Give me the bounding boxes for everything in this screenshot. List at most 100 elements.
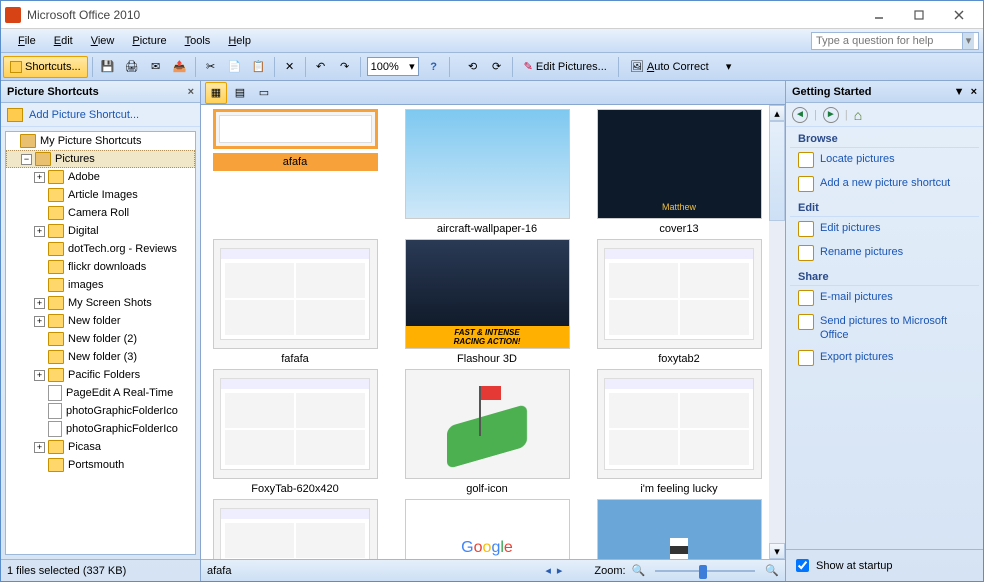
- help-search-box[interactable]: Type a question for help ▾: [811, 32, 979, 50]
- export-icon[interactable]: 📤: [169, 56, 191, 78]
- thumbnail-item[interactable]: golf-icon: [401, 369, 573, 495]
- thumbnail-item[interactable]: [209, 499, 381, 559]
- thumbnail-item[interactable]: FAST & INTENSERACING ACTION!Flashour 3D: [401, 239, 573, 365]
- delete-icon[interactable]: ✕: [279, 56, 301, 78]
- selection-status: 1 files selected (337 KB): [1, 559, 200, 581]
- tree-item[interactable]: PageEdit A Real-Time: [6, 384, 195, 402]
- redo-icon[interactable]: ↷: [334, 56, 356, 78]
- mail-icon[interactable]: ✉: [145, 56, 167, 78]
- thumbnail-item[interactable]: Google: [401, 499, 573, 559]
- tree-item[interactable]: New folder (3): [6, 348, 195, 366]
- shortcuts-button[interactable]: Shortcuts...: [3, 56, 88, 78]
- tree-selected-pictures[interactable]: −Pictures: [6, 150, 195, 168]
- chevron-down-icon[interactable]: ▾: [962, 33, 974, 49]
- print-icon[interactable]: 🖨: [121, 56, 143, 78]
- auto-correct-button[interactable]: 🖼 Auto Correct: [623, 56, 716, 78]
- tree-item[interactable]: images: [6, 276, 195, 294]
- close-button[interactable]: [939, 3, 979, 27]
- edit-pictures-link[interactable]: Edit pictures: [786, 217, 983, 241]
- edit-header: Edit: [790, 196, 979, 217]
- thumbnail-item[interactable]: FoxyTab-620x420: [209, 369, 381, 495]
- cut-icon[interactable]: ✂: [200, 56, 222, 78]
- rotate-right-icon[interactable]: ⟳: [486, 56, 508, 78]
- thumbnail-view-icon[interactable]: ▦: [205, 82, 227, 104]
- tree-item[interactable]: +Picasa: [6, 438, 195, 456]
- tree-item[interactable]: photoGraphicFolderIco: [6, 402, 195, 420]
- zoom-in-icon[interactable]: 🔍: [765, 564, 779, 577]
- thumbnail-item[interactable]: [593, 499, 765, 559]
- tree-root[interactable]: My Picture Shortcuts: [6, 132, 195, 150]
- thumbnail-item[interactable]: foxytab2: [593, 239, 765, 365]
- folder-add-icon: [7, 108, 23, 122]
- thumbnail-item[interactable]: afafa: [209, 109, 381, 235]
- thumbnail-item[interactable]: i'm feeling lucky: [593, 369, 765, 495]
- tree-item[interactable]: +Digital: [6, 222, 195, 240]
- forward-icon[interactable]: ►: [823, 107, 839, 123]
- menu-file[interactable]: File: [9, 29, 45, 53]
- send-to-office-link[interactable]: Send pictures to Microsoft Office: [786, 310, 983, 346]
- copy-icon[interactable]: 📄: [224, 56, 246, 78]
- rename-pictures-link[interactable]: Rename pictures: [786, 241, 983, 265]
- save-icon[interactable]: 💾: [97, 56, 119, 78]
- tree-item[interactable]: +Adobe: [6, 168, 195, 186]
- tree-item[interactable]: +Pacific Folders: [6, 366, 195, 384]
- tree-item[interactable]: flickr downloads: [6, 258, 195, 276]
- thumbnail-item[interactable]: aircraft-wallpaper-16: [401, 109, 573, 235]
- close-taskpane-icon[interactable]: ×: [971, 86, 977, 98]
- menu-help[interactable]: Help: [219, 29, 260, 53]
- share-header: Share: [790, 265, 979, 286]
- maximize-button[interactable]: [899, 3, 939, 27]
- thumbnail-item[interactable]: Matthewcover13: [593, 109, 765, 235]
- zoom-label: Zoom:: [594, 565, 625, 577]
- email-icon: [798, 290, 814, 306]
- filmstrip-view-icon[interactable]: ▤: [229, 82, 251, 104]
- app-icon: [5, 7, 21, 23]
- tree-item[interactable]: +New folder: [6, 312, 195, 330]
- vertical-scrollbar[interactable]: ▴▾: [769, 105, 785, 559]
- locate-icon: [798, 152, 814, 168]
- thumbnail-status-bar: afafa ◂ ▸ Zoom: 🔍 🔍: [201, 559, 785, 581]
- show-at-startup-checkbox[interactable]: [796, 559, 809, 572]
- edit-pictures-button[interactable]: ✎ Edit Pictures...: [517, 56, 614, 78]
- email-pictures-link[interactable]: E-mail pictures: [786, 286, 983, 310]
- paste-icon[interactable]: 📋: [248, 56, 270, 78]
- back-icon[interactable]: ◄: [792, 107, 808, 123]
- thumbnail-item[interactable]: fafafa: [209, 239, 381, 365]
- zoom-input[interactable]: 100%▾: [367, 57, 419, 76]
- zoom-slider[interactable]: [655, 564, 755, 578]
- menu-view[interactable]: View: [82, 29, 124, 53]
- close-panel-icon[interactable]: ×: [188, 86, 194, 98]
- office-icon: [798, 314, 814, 330]
- show-at-startup-label: Show at startup: [816, 560, 892, 572]
- menu-edit[interactable]: Edit: [45, 29, 82, 53]
- toolbar-overflow-icon[interactable]: ▾: [718, 56, 740, 78]
- tree-item[interactable]: dotTech.org - Reviews: [6, 240, 195, 258]
- thumbnail-grid[interactable]: afafaaircraft-wallpaper-16Matthewcover13…: [201, 105, 785, 559]
- add-picture-shortcut-link[interactable]: Add Picture Shortcut...: [1, 103, 200, 127]
- prev-icon[interactable]: ◂: [545, 564, 551, 577]
- tree-item[interactable]: +My Screen Shots: [6, 294, 195, 312]
- rotate-left-icon[interactable]: ⟲: [462, 56, 484, 78]
- tree-item[interactable]: photoGraphicFolderIco: [6, 420, 195, 438]
- menu-picture[interactable]: Picture: [123, 29, 175, 53]
- home-icon[interactable]: ⌂: [854, 107, 862, 123]
- tree-item[interactable]: Camera Roll: [6, 204, 195, 222]
- help-placeholder: Type a question for help: [816, 35, 933, 47]
- export-icon: [798, 350, 814, 366]
- undo-icon[interactable]: ↶: [310, 56, 332, 78]
- export-pictures-link[interactable]: Export pictures: [786, 346, 983, 370]
- app-title: Microsoft Office 2010: [27, 8, 859, 22]
- single-view-icon[interactable]: ▭: [253, 82, 275, 104]
- locate-pictures-link[interactable]: Locate pictures: [786, 148, 983, 172]
- minimize-button[interactable]: [859, 3, 899, 27]
- tree-item[interactable]: Article Images: [6, 186, 195, 204]
- add-shortcut-link[interactable]: Add a new picture shortcut: [786, 172, 983, 196]
- chevron-down-icon[interactable]: ▼: [954, 86, 965, 98]
- next-icon[interactable]: ▸: [557, 564, 563, 577]
- menu-tools[interactable]: Tools: [176, 29, 220, 53]
- tree-item[interactable]: New folder (2): [6, 330, 195, 348]
- help-icon[interactable]: ?: [423, 56, 445, 78]
- tree-item[interactable]: Portsmouth: [6, 456, 195, 474]
- zoom-out-icon[interactable]: 🔍: [632, 564, 646, 577]
- shortcut-tree[interactable]: My Picture Shortcuts −Pictures +AdobeArt…: [5, 131, 196, 555]
